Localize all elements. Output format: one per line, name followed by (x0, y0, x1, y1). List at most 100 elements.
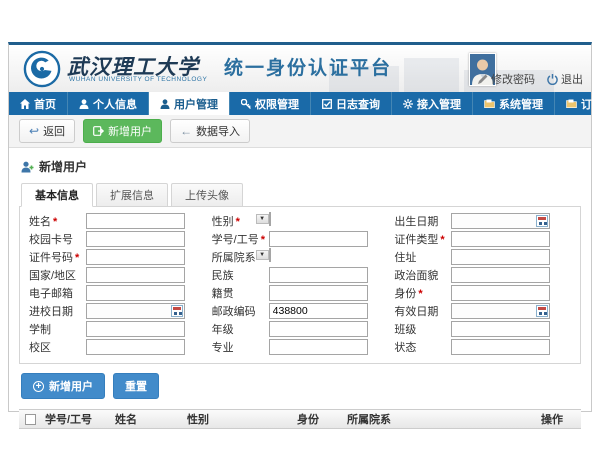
calendar-icon[interactable] (536, 215, 548, 227)
col-student-id: 学号/工号 (41, 411, 111, 427)
back-label: 返回 (43, 123, 65, 139)
campus-input[interactable] (86, 339, 185, 355)
address-input[interactable] (451, 249, 550, 265)
campus-card-input[interactable] (86, 231, 185, 247)
col-identity: 身份 (293, 411, 343, 427)
field-label: 校区 (29, 342, 51, 354)
political-status-input[interactable] (451, 267, 550, 283)
field-label: 邮政编码 (212, 306, 256, 318)
required-asterisk: * (75, 252, 79, 264)
field-label: 国家/地区 (29, 270, 76, 282)
field-label: 性别 (212, 216, 234, 228)
add-user-toolbar-button[interactable]: 新增用户 (83, 119, 162, 143)
native-place-input[interactable] (269, 285, 368, 301)
postcode-input[interactable] (269, 303, 368, 319)
form-field-id-number: 证件号码* (26, 248, 209, 266)
toolbar: ↩ 返回 新增用户 ← 数据导入 (9, 115, 591, 148)
form-field-ethnicity: 民族 (209, 266, 392, 284)
change-password-link[interactable]: 修改密码 (478, 71, 535, 87)
calendar-icon[interactable] (536, 305, 548, 317)
class-input[interactable] (451, 321, 550, 337)
email-input[interactable] (86, 285, 185, 301)
field-label: 证件号码 (29, 252, 73, 264)
form-field-birth-date: 出生日期 (391, 212, 574, 230)
required-asterisk: * (440, 234, 444, 246)
nav-item-log-query[interactable]: 日志查询 (310, 92, 391, 115)
basic-info-form: 姓名* 性别* ▼ 出生日期 校园卡号 学号/工号* (19, 206, 581, 364)
submit-add-user-button[interactable]: + 新增用户 (21, 373, 105, 399)
form-actions: + 新增用户 重置 (21, 373, 581, 399)
key-icon (241, 99, 251, 109)
nav-label: 权限管理 (255, 96, 299, 112)
field-label: 进校日期 (29, 306, 73, 318)
form-field-id-type: 证件类型* (391, 230, 574, 248)
university-name-en: WUHAN UNIVERSITY OF TECHNOLOGY (69, 76, 207, 83)
data-import-button[interactable]: ← 数据导入 (170, 119, 250, 143)
form-field-gender: 性别* ▼ (209, 212, 392, 230)
add-user-section-icon (21, 161, 34, 173)
department-select[interactable]: ▼ (269, 248, 271, 262)
field-label: 专业 (212, 342, 234, 354)
ethnicity-input[interactable] (269, 267, 368, 283)
school-system-input[interactable] (86, 321, 185, 337)
data-import-label: 数据导入 (196, 123, 240, 139)
form-field-student-id: 学号/工号* (209, 230, 392, 248)
logout-link[interactable]: 退出 (547, 71, 583, 87)
change-password-label: 修改密码 (491, 71, 535, 87)
field-label: 状态 (394, 342, 416, 354)
identity-input[interactable] (451, 285, 550, 301)
col-department: 所属院系 (343, 411, 537, 427)
student-id-input[interactable] (269, 231, 368, 247)
form-field-address: 住址 (391, 248, 574, 266)
major-input[interactable] (269, 339, 368, 355)
folder-icon (566, 99, 577, 109)
tab-extended-info[interactable]: 扩展信息 (96, 183, 168, 207)
reset-button[interactable]: 重置 (113, 373, 159, 399)
nav-label: 订阅管理 (581, 96, 600, 112)
form-field-country: 国家/地区 (26, 266, 209, 284)
submit-label: 新增用户 (49, 378, 93, 394)
nav-item-user-management[interactable]: 用户管理 (148, 92, 229, 115)
chevron-down-icon: ▼ (256, 250, 269, 260)
form-field-email: 电子邮箱 (26, 284, 209, 302)
platform-title: 统一身份认证平台 (224, 53, 392, 80)
col-gender: 性别 (183, 411, 293, 427)
add-user-label: 新增用户 (108, 123, 152, 139)
university-logo-icon (23, 50, 61, 92)
field-label: 住址 (394, 252, 416, 264)
id-number-input[interactable] (86, 249, 185, 265)
field-label: 姓名 (29, 216, 51, 228)
select-all-checkbox[interactable] (25, 414, 36, 425)
nav-item-system-management[interactable]: 系统管理 (472, 92, 554, 115)
col-name: 姓名 (111, 411, 183, 427)
tab-upload-avatar[interactable]: 上传头像 (171, 183, 243, 207)
col-operation: 操作 (537, 411, 581, 427)
gender-select[interactable]: ▼ (269, 212, 271, 226)
nav-item-personal-info[interactable]: 个人信息 (67, 92, 148, 115)
nav-item-access-management[interactable]: 接入管理 (391, 92, 472, 115)
back-button[interactable]: ↩ 返回 (19, 119, 75, 143)
field-label: 年级 (212, 324, 234, 336)
calendar-icon[interactable] (171, 305, 183, 317)
form-field-class: 班级 (391, 320, 574, 338)
user-icon (160, 99, 170, 109)
nav-label: 首页 (34, 96, 56, 112)
nav-item-subscription-management[interactable]: 订阅管理 (554, 92, 600, 115)
country-input[interactable] (86, 267, 185, 283)
nav-item-permission-management[interactable]: 权限管理 (229, 92, 310, 115)
name-input[interactable] (86, 213, 185, 229)
nav-item-home[interactable]: 首页 (9, 92, 67, 115)
pencil-icon (478, 74, 488, 84)
nav-label: 日志查询 (336, 96, 380, 112)
status-input[interactable] (451, 339, 550, 355)
tab-basic-info[interactable]: 基本信息 (21, 183, 93, 207)
form-field-postcode: 邮政编码 (209, 302, 392, 320)
required-asterisk: * (53, 216, 57, 228)
id-type-input[interactable] (451, 231, 550, 247)
plus-circle-icon: + (33, 381, 44, 392)
field-label: 政治面貌 (394, 270, 438, 282)
grade-input[interactable] (269, 321, 368, 337)
form-field-grade: 年级 (209, 320, 392, 338)
field-label: 学制 (29, 324, 51, 336)
field-label: 证件类型 (394, 234, 438, 246)
